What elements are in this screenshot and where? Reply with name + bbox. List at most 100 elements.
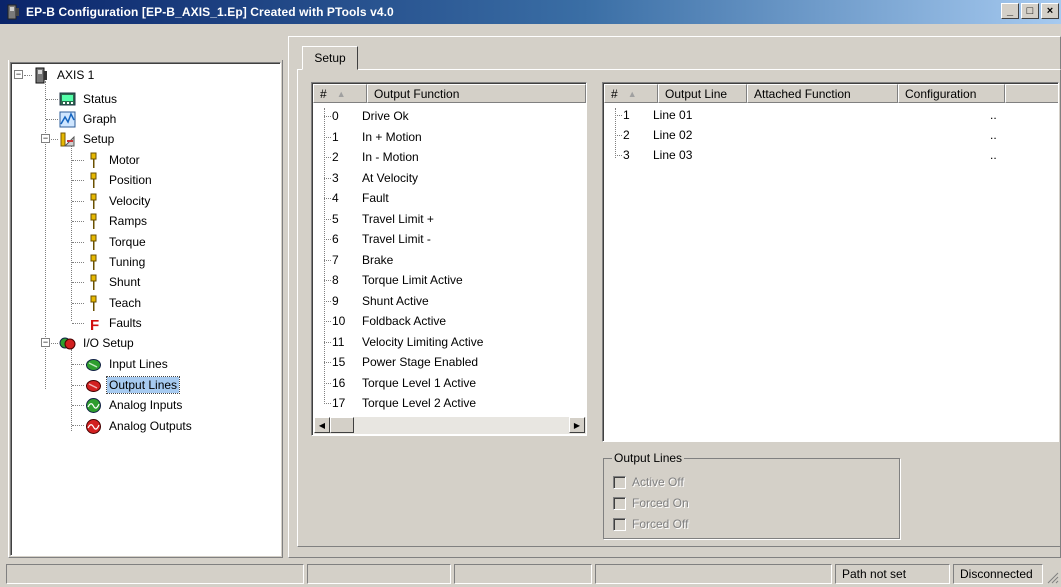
output-function-name: Brake xyxy=(362,252,394,267)
status-monitor-icon xyxy=(59,91,76,108)
forced-off-checkbox-box xyxy=(613,517,626,531)
tree-node-velocity[interactable]: Velocity xyxy=(85,192,152,210)
output-function-number: 2 xyxy=(332,150,339,164)
output-function-row[interactable]: 11 Velocity Limiting Active xyxy=(332,332,483,352)
tree-node-setup[interactable]: Setup xyxy=(59,130,116,148)
tree-node-status[interactable]: Status xyxy=(59,90,119,108)
output-function-row[interactable]: 17 Torque Level 2 Active xyxy=(332,393,476,413)
maximize-button[interactable]: □ xyxy=(1021,3,1039,19)
tree-node-motor[interactable]: Motor xyxy=(85,151,142,169)
output-function-number: 17 xyxy=(332,396,346,410)
navigation-tree[interactable]: − AXIS 1 Status Graph − Setup Motor Posi… xyxy=(10,62,281,556)
output-function-number: 8 xyxy=(332,273,339,287)
tree-node-position[interactable]: Position xyxy=(85,171,154,189)
output-function-row[interactable]: 5 Travel Limit + xyxy=(332,209,434,229)
setup-collapse-toggle[interactable]: − xyxy=(41,134,50,143)
tree-node-torque[interactable]: Torque xyxy=(85,233,148,251)
output-function-number: 11 xyxy=(332,334,345,349)
column-header-attached-function[interactable]: Attached Function xyxy=(747,84,898,103)
output-function-list[interactable]: # ▲ Output Function 0 Drive Ok 1 In + Motio… xyxy=(311,82,587,436)
output-function-number: 0 xyxy=(332,109,339,123)
output-function-name: At Velocity xyxy=(362,170,419,185)
analog-outputs-icon xyxy=(85,418,102,435)
column-header-line-num[interactable]: # ▲ xyxy=(604,84,658,103)
output-function-number: 9 xyxy=(332,293,339,308)
output-function-row[interactable]: 7 Brake xyxy=(332,250,393,270)
output-line-name: Line 03 xyxy=(653,148,693,162)
active-off-checkbox[interactable]: Active Off xyxy=(613,475,684,489)
output-function-row[interactable]: 8 Torque Limit Active xyxy=(332,270,463,290)
tab-setup[interactable]: Setup xyxy=(302,46,358,70)
forced-off-checkbox[interactable]: Forced Off xyxy=(613,517,688,531)
size-grip-icon[interactable] xyxy=(1045,570,1059,584)
output-function-row[interactable]: 1 In + Motion xyxy=(332,127,422,147)
output-function-row[interactable]: 15 Power Stage Enabled xyxy=(332,352,478,372)
output-lines-group-title: Output Lines xyxy=(612,451,685,465)
output-function-row[interactable]: 16 Torque Level 1 Active xyxy=(332,373,476,393)
tree-node-io-setup[interactable]: I/O Setup xyxy=(59,334,136,352)
scroll-right-button[interactable]: ▶ xyxy=(569,417,585,433)
output-function-number: 16 xyxy=(332,375,346,390)
output-function-row[interactable]: 4 Fault xyxy=(332,188,389,208)
io-setup-collapse-toggle[interactable]: − xyxy=(41,338,50,347)
output-function-row[interactable]: 2 In - Motion xyxy=(332,147,419,167)
forced-off-label: Forced Off xyxy=(632,517,689,531)
tree-label-motor: Motor xyxy=(109,153,140,167)
tree-node-shunt[interactable]: Shunt xyxy=(85,273,142,291)
active-off-checkbox-box xyxy=(613,475,626,489)
graph-icon xyxy=(59,111,76,128)
output-function-row[interactable]: 6 Travel Limit - xyxy=(332,229,431,249)
column-header-output-line[interactable]: Output Line xyxy=(658,84,747,103)
io-setup-icon xyxy=(59,335,76,352)
tree-node-tuning[interactable]: Tuning xyxy=(85,253,147,271)
output-function-row[interactable]: 0 Drive Ok xyxy=(332,106,409,126)
tree-label-torque: Torque xyxy=(109,235,146,249)
tree-node-analog-inputs[interactable]: Analog Inputs xyxy=(85,396,184,414)
tree-label-teach: Teach xyxy=(109,296,142,310)
output-line-row[interactable]: 2 Line 02.. xyxy=(623,125,1003,145)
status-panel-1 xyxy=(6,564,304,584)
column-header-num[interactable]: # ▲ xyxy=(313,84,367,103)
forced-on-checkbox[interactable]: Forced On xyxy=(613,496,689,510)
configuration-ellipsis-button[interactable]: .. xyxy=(990,108,997,122)
output-function-number: 4 xyxy=(332,191,339,205)
output-line-list[interactable]: # ▲ Output Line Attached Function Config… xyxy=(602,82,1059,442)
configuration-ellipsis-button[interactable]: .. xyxy=(990,128,997,142)
output-line-row[interactable]: 1 Line 01.. xyxy=(623,105,1003,125)
column-header-line-num-label: # xyxy=(611,86,618,101)
scroll-thumb[interactable] xyxy=(330,417,354,433)
output-line-row[interactable]: 3 Line 03.. xyxy=(623,145,1003,165)
window-title: EP-B Configuration [EP-B_AXIS_1.Ep] Crea… xyxy=(26,5,394,19)
output-function-row[interactable]: 10 Foldback Active xyxy=(332,311,446,331)
tree-node-ramps[interactable]: Ramps xyxy=(85,212,149,230)
tree-node-faults[interactable]: F Faults xyxy=(85,314,144,334)
column-header-attached-function-label: Attached Function xyxy=(754,86,851,101)
tree-label-graph: Graph xyxy=(83,112,117,126)
close-button[interactable]: × xyxy=(1041,3,1059,19)
output-function-row[interactable]: 9 Shunt Active xyxy=(332,291,429,311)
output-function-row[interactable]: 3 At Velocity xyxy=(332,168,418,188)
app-icon xyxy=(6,4,20,20)
column-header-output-function[interactable]: Output Function xyxy=(367,84,586,103)
tree-node-graph[interactable]: Graph xyxy=(59,110,118,128)
scroll-right-icon: ▶ xyxy=(573,420,581,430)
configuration-ellipsis-button[interactable]: .. xyxy=(990,148,997,162)
output-function-number: 5 xyxy=(332,211,339,226)
axis-drive-icon xyxy=(33,67,50,84)
scroll-left-button[interactable]: ◀ xyxy=(314,417,330,433)
tree-node-axis1[interactable]: AXIS 1 xyxy=(33,66,96,84)
tree-node-output-lines[interactable]: Output Lines xyxy=(85,376,181,394)
horizontal-scrollbar[interactable]: ◀ ▶ xyxy=(314,417,586,434)
tree-node-analog-outputs[interactable]: Analog Outputs xyxy=(85,417,194,435)
tree-label-output-lines: Output Lines xyxy=(105,376,181,394)
output-function-number: 1 xyxy=(332,129,339,144)
param-pin-icon xyxy=(85,172,102,189)
forced-on-label: Forced On xyxy=(632,496,689,510)
status-panel-3 xyxy=(454,564,592,584)
tree-node-input-lines[interactable]: Input Lines xyxy=(85,355,170,373)
tree-node-teach[interactable]: Teach xyxy=(85,294,143,312)
minimize-button[interactable]: _ xyxy=(1001,3,1019,19)
input-lines-icon xyxy=(85,356,102,373)
column-header-configuration[interactable]: Configuration xyxy=(898,84,1005,103)
root-collapse-toggle[interactable]: − xyxy=(14,70,23,79)
